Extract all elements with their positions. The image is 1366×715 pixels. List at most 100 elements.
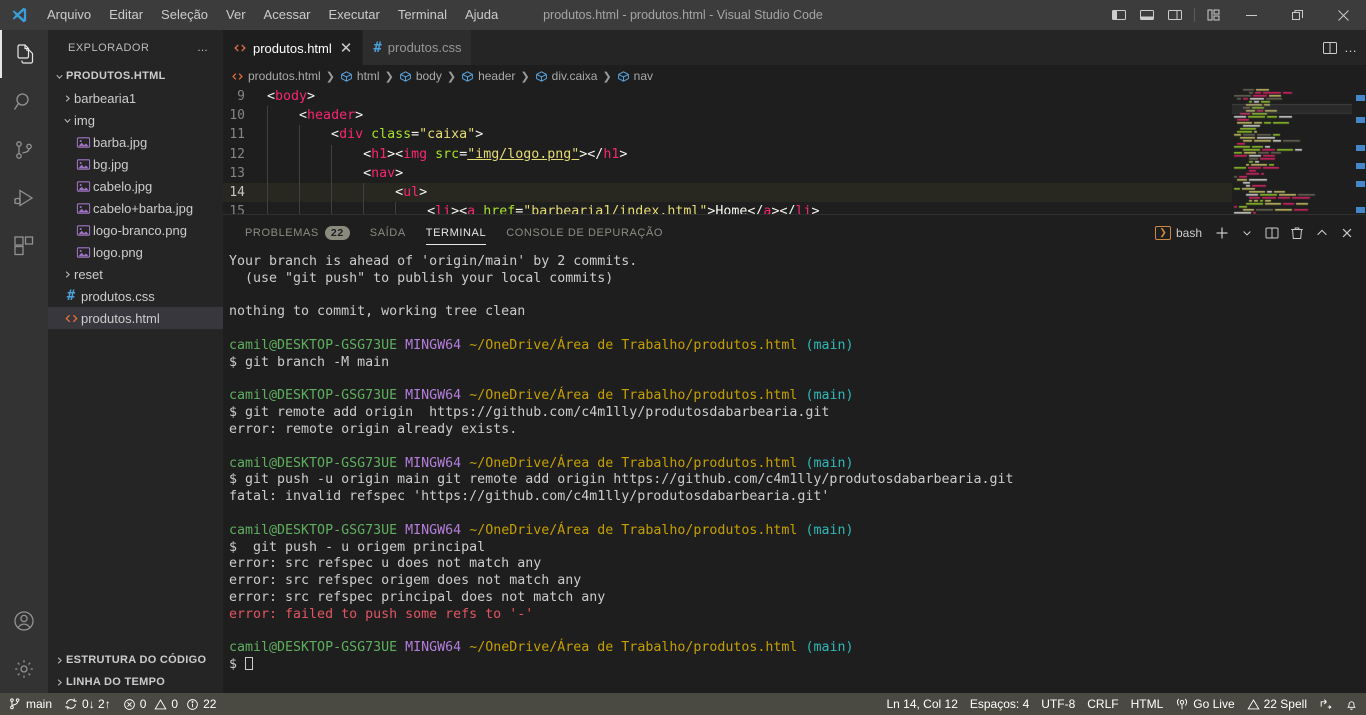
breadcrumb-item-div-caixa[interactable]: div.caixa (535, 69, 597, 83)
menu-acessar[interactable]: Acessar (255, 0, 320, 30)
overview-ruler[interactable] (1352, 87, 1366, 214)
tree-item-bg-jpg[interactable]: bg.jpg (48, 153, 223, 175)
terminal-text: nothing to commit, working tree clean (229, 304, 526, 320)
menu-ajuda[interactable]: Ajuda (456, 0, 507, 30)
minimap[interactable] (1232, 87, 1352, 214)
panel-tab-console-depuracao[interactable]: CONSOLE DE DEPURAÇÃO (496, 215, 673, 250)
tree-item-logo-branco-png[interactable]: logo-branco.png (48, 219, 223, 241)
breadcrumb-item-html[interactable]: html (340, 69, 380, 83)
overview-ruler-mark (1356, 181, 1365, 187)
editor-actions: … (1322, 30, 1366, 65)
activity-run-debug-icon[interactable] (0, 174, 48, 222)
maximize-panel-icon[interactable] (1311, 222, 1333, 244)
menu-editar[interactable]: Editar (100, 0, 152, 30)
tab-produtos-html[interactable]: produtos.html ✕ (223, 30, 364, 65)
activity-account-icon[interactable] (0, 597, 48, 645)
toggle-primary-sidebar-icon[interactable] (1105, 0, 1133, 30)
restore-button[interactable] (1274, 0, 1320, 30)
section-estrutura-do-codigo[interactable]: ESTRUTURA DO CÓDIGO (48, 649, 223, 671)
status-branch[interactable]: main (2, 693, 58, 715)
activity-search-icon[interactable] (0, 78, 48, 126)
code-editor[interactable]: 9 <body> 10 <header> 11 <div class="caixa">… (223, 87, 1366, 214)
tree-item-produtos-html[interactable]: produtos.html (48, 307, 223, 329)
terminal-line: error: src refspec principal does not ma… (229, 590, 1366, 607)
terminal-text: (use "git push" to publish your local co… (229, 270, 614, 286)
panel-tab-problemas[interactable]: PROBLEMAS 22 (235, 215, 360, 250)
new-terminal-icon[interactable] (1211, 222, 1233, 244)
status-remote-window[interactable] (1313, 693, 1339, 715)
close-panel-icon[interactable] (1336, 222, 1358, 244)
tree-item-logo-png[interactable]: logo.png (48, 241, 223, 263)
status-indentation[interactable]: Espaços: 4 (964, 693, 1035, 715)
terminal-text: error: failed to push some refs to '-' (229, 606, 534, 622)
status-encoding[interactable]: UTF-8 (1035, 693, 1081, 715)
tab-produtos-css[interactable]: # produtos.css (363, 30, 473, 65)
panel-tab-saida[interactable]: SAÍDA (360, 215, 416, 250)
breadcrumb-item-nav[interactable]: nav (617, 69, 653, 83)
status-cursor-position[interactable]: Ln 14, Col 12 (880, 693, 963, 715)
status-spell-checker[interactable]: 22 Spell (1241, 693, 1313, 715)
status-sync[interactable]: 0↓ 2↑ (58, 693, 117, 715)
status-language-mode[interactable]: HTML (1125, 693, 1170, 715)
minimize-button[interactable] (1228, 0, 1274, 30)
overview-ruler-mark (1356, 117, 1365, 123)
section-linha-do-tempo[interactable]: LINHA DO TEMPO (48, 671, 223, 693)
code-line[interactable]: 15 <li><a href="barbearia1/index.html">H… (223, 202, 1232, 214)
status-problems[interactable]: 0 0 22 (117, 693, 223, 715)
breadcrumb-item-file[interactable]: produtos.html (231, 69, 321, 83)
split-terminal-icon[interactable] (1261, 222, 1283, 244)
chevron-right-icon (52, 655, 66, 666)
tree-item-produtos-css[interactable]: # produtos.css (48, 285, 223, 307)
code-line[interactable]: 10 <header> (223, 106, 1232, 126)
tree-item-cabelo-barba-jpg[interactable]: cabelo+barba.jpg (48, 197, 223, 219)
kill-terminal-icon[interactable] (1286, 222, 1308, 244)
menu-ver[interactable]: Ver (217, 0, 255, 30)
code-lines[interactable]: 9 <body> 10 <header> 11 <div class="caixa">… (223, 87, 1232, 214)
split-editor-icon[interactable] (1322, 40, 1338, 56)
status-notifications[interactable] (1339, 693, 1364, 715)
code-line[interactable]: 11 <div class="caixa"> (223, 125, 1232, 145)
menu-selecao[interactable]: Seleção (152, 0, 217, 30)
menu-executar[interactable]: Executar (320, 0, 389, 30)
code-text: <ul> (267, 182, 427, 203)
close-icon[interactable]: ✕ (340, 41, 353, 56)
breadcrumb-item-body[interactable]: body (399, 69, 442, 83)
status-eol[interactable]: CRLF (1081, 693, 1124, 715)
info-icon (186, 698, 199, 711)
tree-item-barba-jpg[interactable]: barba.jpg (48, 131, 223, 153)
toggle-panel-icon[interactable] (1133, 0, 1161, 30)
tree-item-cabelo-jpg[interactable]: cabelo.jpg (48, 175, 223, 197)
tree-item-img[interactable]: img (48, 109, 223, 131)
code-token: > (811, 204, 820, 214)
tree-item-label: logo-branco.png (93, 222, 187, 238)
code-line[interactable]: 13 <nav> (223, 163, 1232, 183)
tree-item-reset[interactable]: reset (48, 263, 223, 285)
breadcrumb-item-header[interactable]: header (461, 69, 515, 83)
code-line[interactable]: 9 <body> (223, 87, 1232, 106)
more-actions-icon[interactable]: … (1344, 40, 1358, 55)
close-button[interactable] (1320, 0, 1366, 30)
code-text: <body> (267, 87, 315, 106)
activity-source-control-icon[interactable] (0, 126, 48, 174)
activity-extensions-icon[interactable] (0, 222, 48, 270)
code-line[interactable]: 12 <h1><img src="img/logo.png"></h1> (223, 144, 1232, 164)
panel-tab-terminal[interactable]: TERMINAL (416, 215, 496, 250)
menu-arquivo[interactable]: Arquivo (38, 0, 100, 30)
sidebar-more-actions-icon[interactable]: … (197, 42, 215, 54)
status-go-live[interactable]: Go Live (1169, 693, 1240, 715)
terminal-shell-selector[interactable]: ❯ bash (1154, 225, 1202, 240)
toggle-secondary-sidebar-icon[interactable] (1161, 0, 1189, 30)
minimap-slider[interactable] (1232, 104, 1352, 113)
code-line[interactable]: 14 <ul> (223, 182, 1232, 203)
activity-explorer-icon[interactable] (0, 30, 48, 78)
terminal-dropdown-icon[interactable] (1236, 222, 1258, 244)
tree-item-barbearia1[interactable]: barbearia1 (48, 87, 223, 109)
customize-layout-icon[interactable] (1200, 0, 1228, 30)
menu-terminal[interactable]: Terminal (389, 0, 456, 30)
activity-manage-gear-icon[interactable] (0, 645, 48, 693)
terminal-text: ~/OneDrive/Área de Trabalho/produtos.htm… (469, 337, 798, 353)
explorer-root-section[interactable]: PRODUTOS.HTML (48, 65, 223, 87)
terminal-output[interactable]: Your branch is ahead of 'origin/main' by… (223, 250, 1366, 693)
